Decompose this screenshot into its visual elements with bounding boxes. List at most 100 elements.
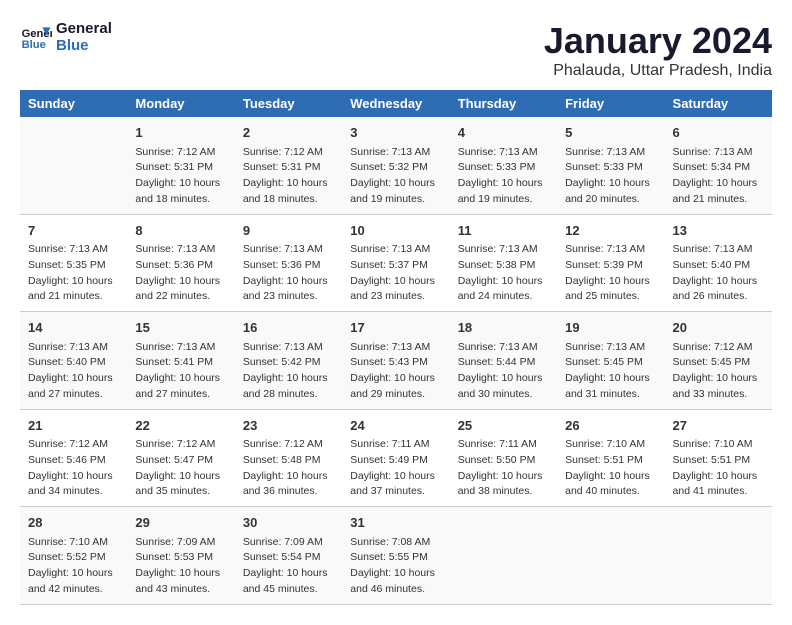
- calendar-title: January 2024: [544, 20, 772, 62]
- calendar-cell: 28Sunrise: 7:10 AM Sunset: 5:52 PM Dayli…: [20, 507, 127, 605]
- calendar-cell: 10Sunrise: 7:13 AM Sunset: 5:37 PM Dayli…: [342, 214, 449, 312]
- day-number: 4: [458, 123, 549, 143]
- day-number: 1: [135, 123, 226, 143]
- calendar-table: SundayMondayTuesdayWednesdayThursdayFrid…: [20, 90, 772, 605]
- calendar-cell: [665, 507, 772, 605]
- day-info: Sunrise: 7:11 AM Sunset: 5:49 PM Dayligh…: [350, 437, 441, 500]
- svg-text:Blue: Blue: [22, 39, 46, 51]
- day-info: Sunrise: 7:12 AM Sunset: 5:47 PM Dayligh…: [135, 437, 226, 500]
- day-info: Sunrise: 7:12 AM Sunset: 5:48 PM Dayligh…: [243, 437, 334, 500]
- day-info: Sunrise: 7:13 AM Sunset: 5:36 PM Dayligh…: [243, 242, 334, 305]
- calendar-cell: [20, 117, 127, 214]
- day-info: Sunrise: 7:13 AM Sunset: 5:33 PM Dayligh…: [458, 145, 549, 208]
- day-info: Sunrise: 7:08 AM Sunset: 5:55 PM Dayligh…: [350, 535, 441, 598]
- calendar-cell: 31Sunrise: 7:08 AM Sunset: 5:55 PM Dayli…: [342, 507, 449, 605]
- day-info: Sunrise: 7:13 AM Sunset: 5:45 PM Dayligh…: [565, 340, 656, 403]
- calendar-cell: 20Sunrise: 7:12 AM Sunset: 5:45 PM Dayli…: [665, 312, 772, 410]
- day-number: 3: [350, 123, 441, 143]
- calendar-subtitle: Phalauda, Uttar Pradesh, India: [544, 62, 772, 80]
- header-wednesday: Wednesday: [342, 90, 449, 117]
- calendar-cell: 5Sunrise: 7:13 AM Sunset: 5:33 PM Daylig…: [557, 117, 664, 214]
- day-info: Sunrise: 7:13 AM Sunset: 5:44 PM Dayligh…: [458, 340, 549, 403]
- calendar-week-row: 7Sunrise: 7:13 AM Sunset: 5:35 PM Daylig…: [20, 214, 772, 312]
- header-saturday: Saturday: [665, 90, 772, 117]
- header-monday: Monday: [127, 90, 234, 117]
- day-info: Sunrise: 7:12 AM Sunset: 5:31 PM Dayligh…: [135, 145, 226, 208]
- day-info: Sunrise: 7:12 AM Sunset: 5:46 PM Dayligh…: [28, 437, 119, 500]
- day-number: 31: [350, 513, 441, 533]
- logo-subtext: Blue: [56, 37, 112, 54]
- calendar-cell: 13Sunrise: 7:13 AM Sunset: 5:40 PM Dayli…: [665, 214, 772, 312]
- day-info: Sunrise: 7:13 AM Sunset: 5:35 PM Dayligh…: [28, 242, 119, 305]
- header: General Blue General Blue January 2024 P…: [20, 20, 772, 80]
- calendar-cell: 23Sunrise: 7:12 AM Sunset: 5:48 PM Dayli…: [235, 409, 342, 507]
- calendar-cell: 2Sunrise: 7:12 AM Sunset: 5:31 PM Daylig…: [235, 117, 342, 214]
- logo-text: General: [56, 20, 112, 37]
- day-number: 9: [243, 221, 334, 241]
- day-number: 18: [458, 318, 549, 338]
- header-sunday: Sunday: [20, 90, 127, 117]
- calendar-cell: 14Sunrise: 7:13 AM Sunset: 5:40 PM Dayli…: [20, 312, 127, 410]
- day-info: Sunrise: 7:13 AM Sunset: 5:40 PM Dayligh…: [673, 242, 764, 305]
- calendar-cell: [557, 507, 664, 605]
- day-number: 29: [135, 513, 226, 533]
- day-number: 20: [673, 318, 764, 338]
- calendar-cell: 21Sunrise: 7:12 AM Sunset: 5:46 PM Dayli…: [20, 409, 127, 507]
- header-tuesday: Tuesday: [235, 90, 342, 117]
- title-section: January 2024 Phalauda, Uttar Pradesh, In…: [544, 20, 772, 80]
- day-number: 15: [135, 318, 226, 338]
- calendar-cell: 26Sunrise: 7:10 AM Sunset: 5:51 PM Dayli…: [557, 409, 664, 507]
- day-info: Sunrise: 7:13 AM Sunset: 5:36 PM Dayligh…: [135, 242, 226, 305]
- day-number: 22: [135, 416, 226, 436]
- day-number: 5: [565, 123, 656, 143]
- calendar-cell: 11Sunrise: 7:13 AM Sunset: 5:38 PM Dayli…: [450, 214, 557, 312]
- day-info: Sunrise: 7:10 AM Sunset: 5:52 PM Dayligh…: [28, 535, 119, 598]
- day-info: Sunrise: 7:12 AM Sunset: 5:45 PM Dayligh…: [673, 340, 764, 403]
- day-number: 23: [243, 416, 334, 436]
- calendar-cell: 18Sunrise: 7:13 AM Sunset: 5:44 PM Dayli…: [450, 312, 557, 410]
- day-number: 7: [28, 221, 119, 241]
- day-number: 12: [565, 221, 656, 241]
- day-info: Sunrise: 7:13 AM Sunset: 5:38 PM Dayligh…: [458, 242, 549, 305]
- day-number: 26: [565, 416, 656, 436]
- day-info: Sunrise: 7:09 AM Sunset: 5:53 PM Dayligh…: [135, 535, 226, 598]
- calendar-cell: 25Sunrise: 7:11 AM Sunset: 5:50 PM Dayli…: [450, 409, 557, 507]
- day-info: Sunrise: 7:12 AM Sunset: 5:31 PM Dayligh…: [243, 145, 334, 208]
- calendar-cell: 22Sunrise: 7:12 AM Sunset: 5:47 PM Dayli…: [127, 409, 234, 507]
- calendar-cell: 6Sunrise: 7:13 AM Sunset: 5:34 PM Daylig…: [665, 117, 772, 214]
- day-info: Sunrise: 7:13 AM Sunset: 5:34 PM Dayligh…: [673, 145, 764, 208]
- calendar-cell: 17Sunrise: 7:13 AM Sunset: 5:43 PM Dayli…: [342, 312, 449, 410]
- day-info: Sunrise: 7:13 AM Sunset: 5:32 PM Dayligh…: [350, 145, 441, 208]
- day-number: 25: [458, 416, 549, 436]
- day-info: Sunrise: 7:11 AM Sunset: 5:50 PM Dayligh…: [458, 437, 549, 500]
- calendar-cell: 24Sunrise: 7:11 AM Sunset: 5:49 PM Dayli…: [342, 409, 449, 507]
- calendar-cell: 15Sunrise: 7:13 AM Sunset: 5:41 PM Dayli…: [127, 312, 234, 410]
- day-number: 6: [673, 123, 764, 143]
- logo-icon: General Blue: [20, 21, 52, 53]
- calendar-week-row: 1Sunrise: 7:12 AM Sunset: 5:31 PM Daylig…: [20, 117, 772, 214]
- day-info: Sunrise: 7:13 AM Sunset: 5:37 PM Dayligh…: [350, 242, 441, 305]
- calendar-cell: [450, 507, 557, 605]
- day-number: 2: [243, 123, 334, 143]
- day-number: 30: [243, 513, 334, 533]
- calendar-cell: 29Sunrise: 7:09 AM Sunset: 5:53 PM Dayli…: [127, 507, 234, 605]
- day-number: 27: [673, 416, 764, 436]
- calendar-week-row: 28Sunrise: 7:10 AM Sunset: 5:52 PM Dayli…: [20, 507, 772, 605]
- calendar-cell: 8Sunrise: 7:13 AM Sunset: 5:36 PM Daylig…: [127, 214, 234, 312]
- day-number: 14: [28, 318, 119, 338]
- header-friday: Friday: [557, 90, 664, 117]
- calendar-cell: 7Sunrise: 7:13 AM Sunset: 5:35 PM Daylig…: [20, 214, 127, 312]
- day-number: 10: [350, 221, 441, 241]
- calendar-cell: 9Sunrise: 7:13 AM Sunset: 5:36 PM Daylig…: [235, 214, 342, 312]
- calendar-cell: 19Sunrise: 7:13 AM Sunset: 5:45 PM Dayli…: [557, 312, 664, 410]
- calendar-cell: 12Sunrise: 7:13 AM Sunset: 5:39 PM Dayli…: [557, 214, 664, 312]
- day-number: 16: [243, 318, 334, 338]
- day-number: 13: [673, 221, 764, 241]
- day-number: 11: [458, 221, 549, 241]
- day-number: 21: [28, 416, 119, 436]
- day-info: Sunrise: 7:10 AM Sunset: 5:51 PM Dayligh…: [673, 437, 764, 500]
- calendar-cell: 1Sunrise: 7:12 AM Sunset: 5:31 PM Daylig…: [127, 117, 234, 214]
- day-info: Sunrise: 7:13 AM Sunset: 5:40 PM Dayligh…: [28, 340, 119, 403]
- calendar-cell: 27Sunrise: 7:10 AM Sunset: 5:51 PM Dayli…: [665, 409, 772, 507]
- calendar-week-row: 14Sunrise: 7:13 AM Sunset: 5:40 PM Dayli…: [20, 312, 772, 410]
